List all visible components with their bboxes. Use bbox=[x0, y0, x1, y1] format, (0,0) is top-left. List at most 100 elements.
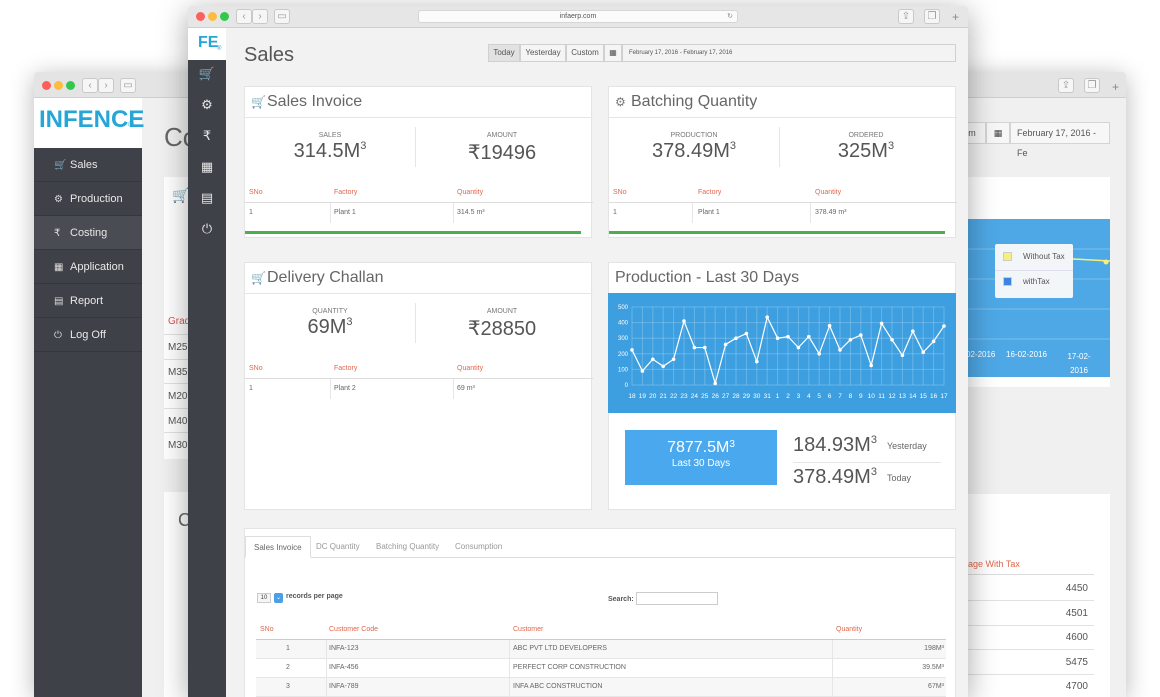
total-30-days-box: 7877.5M3 Last 30 Days bbox=[625, 430, 777, 485]
cart-icon[interactable]: 🛒 bbox=[188, 66, 226, 82]
sidebar-item-sales[interactable]: 🛒 Sales bbox=[34, 148, 142, 182]
tabs-icon[interactable]: ❐ bbox=[1084, 78, 1100, 93]
search-input[interactable] bbox=[636, 592, 718, 605]
yesterday-label: Yesterday bbox=[887, 441, 927, 451]
sidebar-item-report[interactable]: ▤ Report bbox=[34, 284, 142, 318]
chart-data-point bbox=[713, 381, 717, 386]
chart-x-tick: 2 bbox=[786, 393, 790, 400]
forward-arrow-icon[interactable]: › bbox=[98, 78, 114, 93]
table-cell: Plant 1 bbox=[698, 209, 720, 216]
table-cell: INFA-456 bbox=[329, 664, 359, 671]
stat-divider bbox=[415, 303, 416, 343]
col-header-sno: SNo bbox=[249, 365, 263, 372]
col-header-customer[interactable]: Customer bbox=[513, 626, 543, 633]
amount-value: ₹28850 bbox=[467, 318, 537, 340]
chart-data-point bbox=[786, 334, 790, 339]
back-date-range[interactable]: February 17, 2016 - Fe bbox=[1010, 122, 1110, 158]
chart-x-tick: 24 bbox=[691, 393, 699, 400]
url-bar[interactable]: infaerp.com ↻ bbox=[418, 10, 738, 23]
new-tab-icon[interactable]: + bbox=[952, 10, 959, 24]
table-cell: 67M³ bbox=[928, 683, 944, 690]
new-tab-icon[interactable]: + bbox=[1112, 80, 1119, 94]
col-header-quantity[interactable]: Quantity bbox=[836, 626, 862, 633]
sidebar-item-log-off[interactable]: ⏻ Log Off bbox=[34, 318, 142, 352]
col-header-quantity: Quantity bbox=[457, 189, 484, 196]
sidebar-item-label: Production bbox=[70, 193, 123, 205]
sidebar-item-costing[interactable]: ₹ Costing bbox=[34, 216, 142, 250]
date-range-input[interactable]: February 17, 2016 - February 17, 2016 bbox=[622, 44, 956, 62]
chart-y-tick: 500 bbox=[618, 305, 629, 311]
chart-x-tick: 27 bbox=[722, 393, 730, 400]
table-cell: 1 bbox=[286, 645, 290, 652]
quantity-label: QUANTITY bbox=[312, 308, 348, 315]
minimize-dot-icon[interactable] bbox=[208, 12, 217, 21]
col-header-customer-code[interactable]: Customer Code bbox=[329, 626, 378, 633]
sidebar-item-production[interactable]: ⚙ Production bbox=[34, 182, 142, 216]
sidebar-toggle-icon[interactable]: ▭ bbox=[274, 9, 290, 24]
front-browser-toolbar: ‹ › ▭ infaerp.com ↻ ⇪ ❐ + bbox=[188, 6, 968, 28]
sidebar-item-application[interactable]: ▦ Application bbox=[34, 250, 142, 284]
chart-data-point bbox=[827, 323, 832, 328]
col-header-sno[interactable]: SNo bbox=[260, 626, 274, 633]
tab-dc-quantity[interactable]: DC Quantity bbox=[308, 536, 368, 558]
report-icon[interactable]: ▤ bbox=[188, 190, 226, 206]
total-30-days-value: 7877.5M3 bbox=[667, 439, 735, 456]
rupee-icon[interactable]: ₹ bbox=[188, 128, 226, 144]
maximize-dot-icon[interactable] bbox=[66, 81, 75, 90]
minimize-dot-icon[interactable] bbox=[54, 81, 63, 90]
sidebar-toggle-icon[interactable]: ▭ bbox=[120, 78, 136, 93]
tab-batching-quantity[interactable]: Batching Quantity bbox=[368, 536, 447, 558]
chart-data-point bbox=[661, 364, 665, 369]
yesterday-button[interactable]: Yesterday bbox=[520, 44, 566, 62]
stat-divider bbox=[793, 462, 941, 463]
total-30-days-label: Last 30 Days bbox=[671, 458, 731, 469]
chevron-down-icon[interactable]: ⌄ bbox=[274, 593, 283, 603]
chart-data-point bbox=[734, 336, 738, 340]
grid-icon: ▦ bbox=[54, 262, 64, 273]
amount-label: AMOUNT bbox=[486, 132, 518, 139]
calendar-icon[interactable]: ▦ bbox=[986, 122, 1010, 144]
back-arrow-icon[interactable]: ‹ bbox=[82, 78, 98, 93]
legend-divider bbox=[995, 270, 1073, 271]
calendar-icon[interactable]: ▦ bbox=[604, 44, 622, 62]
sidebar-item-label: Report bbox=[70, 295, 104, 307]
table-cell: 378.49 m³ bbox=[815, 209, 847, 216]
amount-label: AMOUNT bbox=[486, 308, 518, 315]
forward-arrow-icon[interactable]: › bbox=[252, 9, 268, 24]
share-icon[interactable]: ⇪ bbox=[1058, 78, 1074, 93]
cogs-icon[interactable]: ⚙ bbox=[188, 97, 226, 113]
sales-label: SALES bbox=[318, 132, 342, 139]
chart-data-point bbox=[817, 352, 821, 356]
report-icon: ▤ bbox=[54, 296, 64, 307]
url-text: infaerp.com bbox=[559, 13, 597, 20]
table-cell: Plant 2 bbox=[334, 385, 356, 392]
custom-button[interactable]: Custom bbox=[566, 44, 604, 62]
power-icon[interactable]: ⏻ bbox=[188, 221, 226, 237]
table-col-divider bbox=[330, 379, 331, 399]
close-dot-icon[interactable] bbox=[42, 81, 51, 90]
table-col-divider bbox=[832, 640, 833, 659]
front-browser-window: ‹ › ▭ infaerp.com ↻ ⇪ ❐ + FE ® 🛒 ⚙ ₹ ▦ ▤… bbox=[188, 6, 968, 697]
share-icon[interactable]: ⇪ bbox=[898, 9, 914, 24]
table-col-divider bbox=[509, 659, 510, 678]
chart-x-tick: 28 bbox=[732, 393, 740, 400]
chart-data-point bbox=[869, 363, 873, 368]
search-label: Search: bbox=[608, 596, 634, 603]
chart-data-point bbox=[942, 324, 946, 328]
tab-sales-invoice[interactable]: Sales Invoice bbox=[245, 536, 311, 558]
back-arrow-icon[interactable]: ‹ bbox=[236, 9, 252, 24]
close-dot-icon[interactable] bbox=[196, 12, 205, 21]
tab-consumption[interactable]: Consumption bbox=[447, 536, 510, 558]
table-cell: INFA ABC CONSTRUCTION bbox=[513, 683, 603, 690]
tabs-icon[interactable]: ❐ bbox=[924, 9, 940, 24]
back-series-point bbox=[1103, 259, 1109, 265]
legend-swatch-without-tax bbox=[1003, 252, 1012, 261]
reload-icon[interactable]: ↻ bbox=[727, 11, 733, 22]
today-button[interactable]: Today bbox=[488, 44, 520, 62]
table-cell: 39.5M³ bbox=[922, 664, 944, 671]
records-per-page-select[interactable]: 10 bbox=[257, 593, 271, 603]
grid-icon[interactable]: ▦ bbox=[188, 159, 226, 175]
maximize-dot-icon[interactable] bbox=[220, 12, 229, 21]
back-right-value: 4450 bbox=[1065, 583, 1088, 594]
stat-divider bbox=[779, 127, 780, 167]
